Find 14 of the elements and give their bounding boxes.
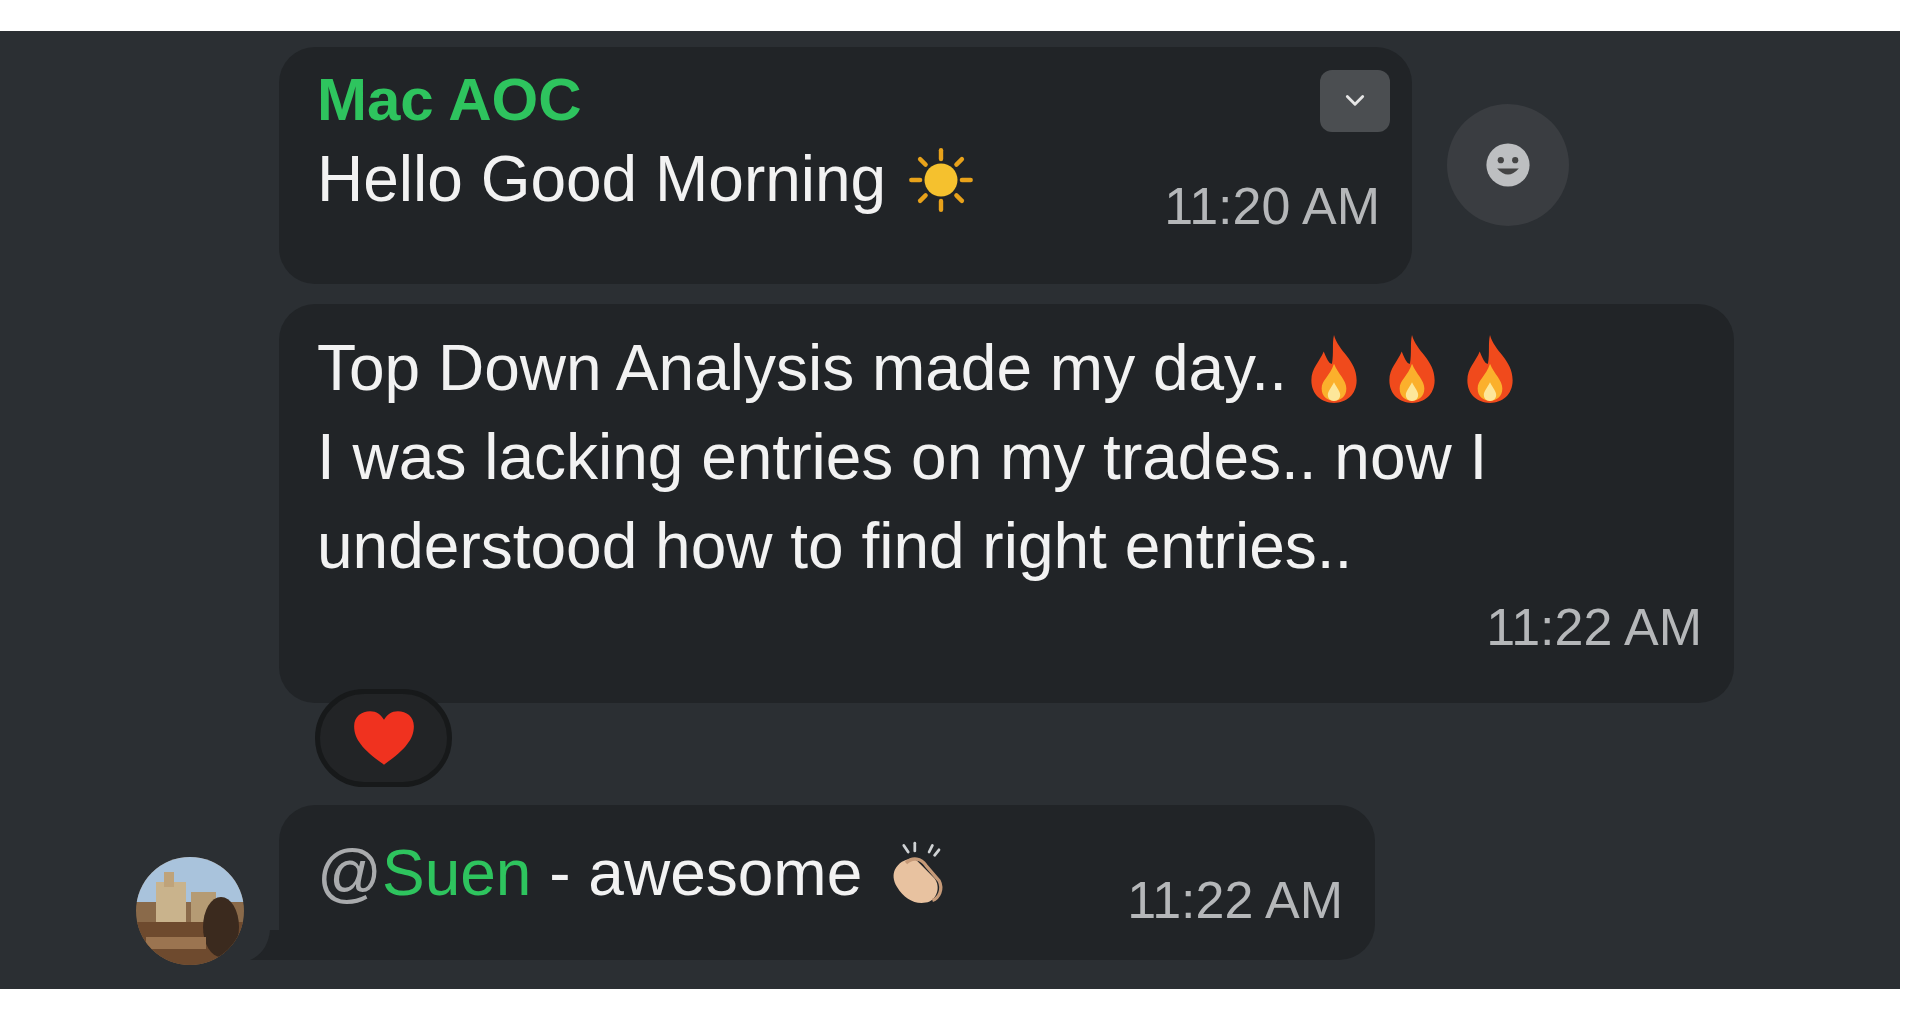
smiley-icon — [1484, 141, 1532, 189]
message-text: Hello Good Morning — [317, 142, 887, 217]
heart-icon — [351, 709, 416, 767]
sun-icon — [908, 146, 975, 213]
message-text: I was lacking entries on my trades.. now I — [317, 420, 1488, 495]
message-time: 11:22 AM — [1486, 597, 1702, 657]
message-time: 11:20 AM — [1164, 176, 1380, 236]
mention-link[interactable]: @Suen — [317, 837, 532, 909]
message-text: understood how to find right entries.. — [317, 509, 1353, 584]
message-text: Top Down Analysis made my day.. — [317, 331, 1287, 406]
message-time: 11:22 AM — [1127, 870, 1343, 930]
sender-name: Mac AOC — [317, 65, 583, 135]
message-text: @Suen - awesome — [317, 836, 863, 911]
chevron-down-icon — [1344, 94, 1366, 108]
